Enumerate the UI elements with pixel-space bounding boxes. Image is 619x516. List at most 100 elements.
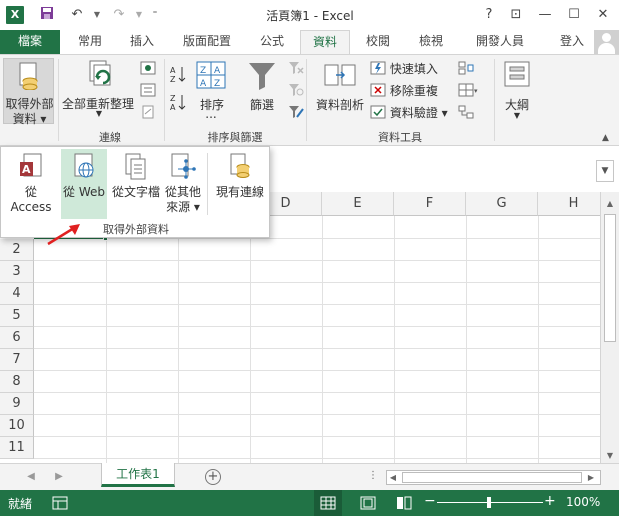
tab-insert[interactable]: 插入	[118, 30, 166, 54]
vertical-scrollbar[interactable]: ▲ ▼	[600, 192, 619, 463]
tab-developer[interactable]: 開發人員	[462, 30, 538, 54]
ribbon-display-options-button[interactable]: ⊡	[503, 4, 529, 26]
consolidate-icon[interactable]	[458, 61, 474, 78]
data-validation-icon	[370, 105, 386, 119]
svg-text:▾: ▾	[474, 87, 478, 95]
filter-label: 篩選	[249, 98, 274, 112]
what-if-icon[interactable]: ▾	[458, 83, 480, 100]
advanced-filter-icon[interactable]	[288, 105, 304, 122]
row-header-4[interactable]: 4	[0, 283, 34, 305]
sign-in-link[interactable]: 登入	[560, 30, 584, 54]
zoom-level[interactable]: 100%	[566, 495, 600, 509]
dropdown-group-label: 取得外部資料	[103, 223, 169, 236]
tab-formulas[interactable]: 公式	[248, 30, 296, 54]
get-external-data-dropdown: A 從 Access 從 Web 從文字檔 從其他 來源 ▾ 現有連線 取得外部資…	[0, 146, 270, 238]
filter-button[interactable]: 篩選	[242, 59, 282, 125]
collapse-ribbon-icon[interactable]: ▲	[602, 133, 609, 143]
column-header-g[interactable]: G	[466, 192, 538, 216]
row-header-10[interactable]: 10	[0, 415, 34, 437]
row-header-11[interactable]: 11	[0, 437, 34, 459]
expand-formula-bar-icon[interactable]: ▼	[596, 160, 614, 182]
sheet-tab-1[interactable]: 工作表1	[101, 463, 175, 487]
undo-dropdown-icon[interactable]: ▼	[88, 6, 106, 24]
scroll-left-icon[interactable]: ◀	[387, 471, 399, 484]
relationships-icon[interactable]	[458, 105, 474, 122]
outline-dropdown-icon: ▼	[513, 111, 521, 120]
horizontal-scroll-thumb[interactable]	[402, 472, 582, 483]
grid-line	[34, 458, 600, 459]
data-tools-group-label: 資料工具	[378, 131, 422, 144]
connections-icon[interactable]	[140, 61, 156, 78]
close-button[interactable]: ✕	[590, 4, 616, 26]
row-header-9[interactable]: 9	[0, 393, 34, 415]
edit-links-icon[interactable]	[140, 105, 156, 122]
next-sheet-icon[interactable]: ▶	[52, 470, 66, 484]
avatar[interactable]	[594, 30, 619, 54]
flash-fill-button[interactable]: 快速填入	[370, 59, 438, 79]
clear-filter-icon[interactable]	[288, 61, 304, 78]
row-header-7[interactable]: 7	[0, 349, 34, 371]
tab-file[interactable]: 檔案	[0, 30, 60, 54]
refresh-all-button[interactable]: 全部重新整理 ▼	[62, 59, 134, 123]
column-header-e[interactable]: E	[322, 192, 394, 216]
grid-line	[34, 304, 600, 305]
flash-fill-icon	[370, 61, 386, 75]
add-sheet-icon[interactable]: +	[205, 469, 221, 485]
reapply-icon[interactable]	[288, 83, 304, 100]
prev-sheet-icon[interactable]: ◀	[24, 470, 38, 484]
row-header-3[interactable]: 3	[0, 261, 34, 283]
column-header-f[interactable]: F	[394, 192, 466, 216]
sort-filter-group-label: 排序與篩選	[207, 131, 263, 144]
tab-data[interactable]: 資料	[300, 30, 350, 55]
maximize-button[interactable]: ☐	[561, 4, 587, 26]
row-header-5[interactable]: 5	[0, 305, 34, 327]
page-break-view-icon[interactable]	[396, 496, 412, 510]
from-other-sources-button[interactable]: 從其他 來源 ▾	[163, 149, 203, 219]
get-external-data-button[interactable]: 取得外部 資料 ▾	[3, 58, 54, 126]
connections-group-label: 連線	[99, 131, 121, 144]
scroll-up-icon[interactable]: ▲	[604, 198, 616, 210]
customize-qat-icon[interactable]: ⁼	[146, 6, 164, 24]
tab-split-handle-icon[interactable]: ⋮	[368, 470, 378, 481]
zoom-slider-thumb[interactable]	[487, 497, 491, 508]
properties-icon[interactable]	[140, 83, 156, 100]
sort-descending-icon[interactable]: ZA	[170, 93, 186, 114]
vertical-scroll-thumb[interactable]	[604, 214, 616, 342]
from-access-button[interactable]: A 從 Access	[3, 149, 59, 219]
scroll-down-icon[interactable]: ▼	[604, 450, 616, 462]
sort-ascending-icon[interactable]: AZ	[170, 65, 186, 86]
remove-duplicates-button[interactable]: 移除重複	[370, 81, 438, 101]
normal-view-button[interactable]	[314, 490, 342, 516]
excel-logo-icon[interactable]: X	[6, 6, 24, 24]
minimize-button[interactable]: —	[532, 4, 558, 26]
save-icon[interactable]	[38, 6, 56, 24]
tab-page-layout[interactable]: 版面配置	[170, 30, 244, 54]
scroll-right-icon[interactable]: ▶	[585, 471, 597, 484]
macro-record-icon[interactable]	[52, 496, 68, 510]
redo-icon[interactable]: ↷	[110, 6, 128, 24]
help-button[interactable]: ?	[476, 4, 502, 26]
page-layout-view-icon[interactable]	[360, 496, 376, 510]
from-web-button[interactable]: 從 Web	[61, 149, 107, 219]
text-to-columns-button[interactable]: 資料剖析	[312, 59, 368, 125]
tab-home[interactable]: 常用	[66, 30, 114, 54]
existing-connections-button[interactable]: 現有連線	[211, 149, 269, 219]
undo-icon[interactable]: ↶	[68, 6, 86, 24]
outline-button[interactable]: 大綱 ▼	[500, 59, 534, 125]
row-header-8[interactable]: 8	[0, 371, 34, 393]
svg-text:A: A	[22, 163, 31, 176]
from-other-sources-label: 從其他 來源 ▾	[163, 185, 203, 215]
row-header-2[interactable]: 2	[0, 239, 34, 261]
remove-duplicates-icon	[370, 83, 386, 97]
data-validation-button[interactable]: 資料驗證 ▾	[370, 103, 448, 123]
row-header-6[interactable]: 6	[0, 327, 34, 349]
tab-review[interactable]: 校閱	[354, 30, 402, 54]
zoom-out-button[interactable]: −	[424, 493, 436, 509]
column-header-h[interactable]: H	[538, 192, 600, 216]
tab-view[interactable]: 檢視	[406, 30, 456, 54]
grid-line	[34, 414, 600, 415]
zoom-in-button[interactable]: +	[544, 493, 556, 509]
sheet-tab-bar: ◀ ▶ 工作表1 + ⋮ ◀ ▶	[0, 463, 619, 490]
text-to-columns-label: 資料剖析	[315, 98, 364, 112]
from-text-button[interactable]: 從文字檔	[109, 149, 163, 219]
